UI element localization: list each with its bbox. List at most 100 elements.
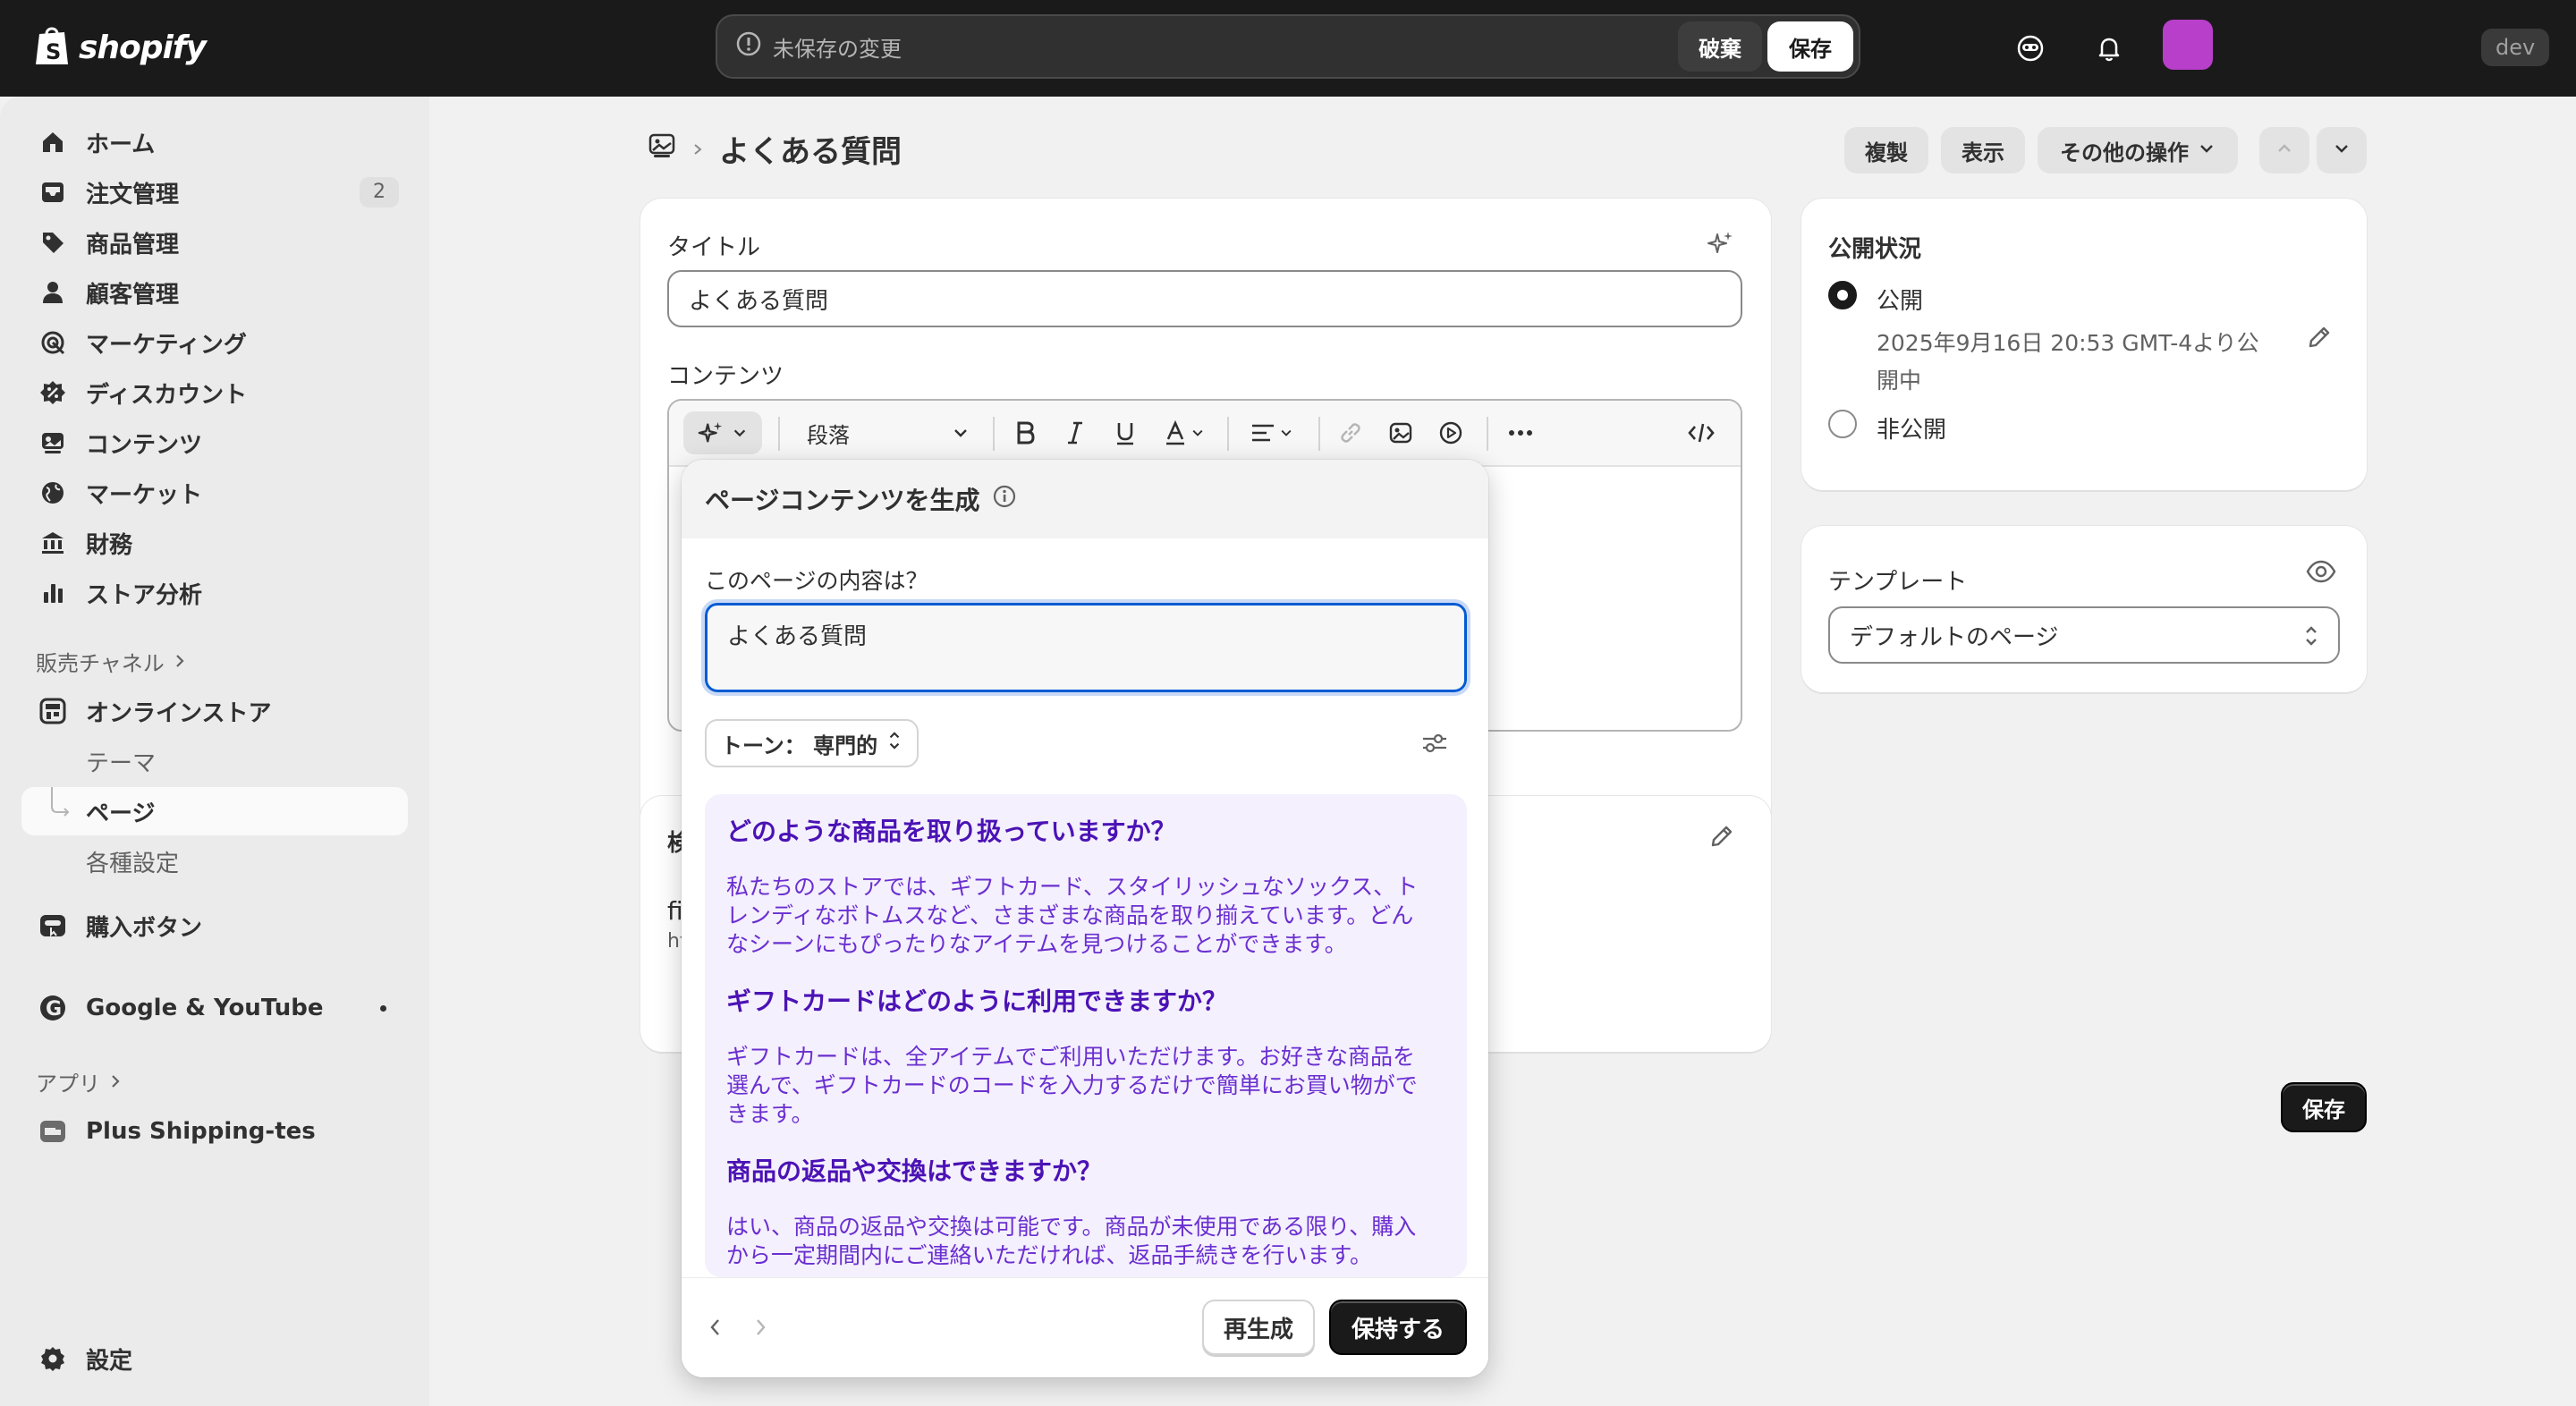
content-icon[interactable] (648, 131, 676, 166)
text-color-icon (1166, 420, 1184, 445)
sidebar-item-marketing[interactable]: マーケティング (21, 318, 408, 367)
template-select-value: デフォルトのページ (1850, 623, 2059, 651)
shopify-bag-icon: S (34, 23, 70, 72)
sidebar-item-markets[interactable]: マーケット (21, 469, 408, 517)
eye-icon[interactable] (2306, 558, 2336, 591)
chevron-down-icon (2333, 138, 2351, 163)
inbox-icon (38, 177, 68, 208)
sidebar-item-plus-shipping[interactable]: Plus Shipping-tes (21, 1107, 408, 1156)
shopify-logo[interactable]: S shopify (34, 23, 207, 72)
html-source-button[interactable] (1680, 411, 1723, 454)
store-name-badge[interactable]: dev (2481, 29, 2550, 66)
visibility-title: 公開状況 (1828, 236, 1922, 263)
chart-icon (38, 578, 68, 608)
more-actions-button[interactable]: その他の操作 (2038, 127, 2238, 174)
alignment-button[interactable] (1240, 411, 1304, 454)
sidebar-item-content[interactable]: コンテンツ (21, 419, 408, 467)
tone-select[interactable]: トーン： 専門的 (705, 719, 919, 767)
select-arrows-icon (886, 728, 902, 758)
generated-question: ギフトカードはどのように利用できますか？ (726, 987, 1228, 1016)
insert-video-button[interactable] (1431, 411, 1470, 454)
sidebar-item-label: ストア分析 (86, 581, 203, 609)
page-topic-textarea[interactable]: よくある質問 (701, 599, 1470, 696)
view-button[interactable]: 表示 (1941, 127, 2025, 174)
insert-image-button[interactable] (1381, 411, 1420, 454)
edit-date-pencil-icon[interactable] (2306, 324, 2333, 357)
keep-button[interactable]: 保持する (1329, 1300, 1467, 1355)
italic-button[interactable] (1055, 411, 1095, 454)
sidebar-item-settings[interactable]: 設定 (21, 1334, 408, 1383)
sidebar-item-google[interactable]: G Google & YouTube (21, 984, 408, 1032)
chevron-down-icon (2198, 138, 2216, 163)
sidebar-item-discounts[interactable]: ディスカウント (21, 368, 408, 417)
tone-label: トーン： 専門的 (721, 733, 878, 758)
sales-channels-header[interactable]: 販売チャネル (36, 646, 188, 677)
sidebar-item-label: テーマ (86, 750, 157, 777)
title-input[interactable]: よくある質問 (667, 270, 1742, 327)
toolbar-divider (1227, 417, 1229, 451)
sidebar-item-label: マーケット (86, 481, 203, 509)
home-icon (38, 127, 68, 157)
more-actions-label: その他の操作 (2060, 140, 2189, 165)
question-label: このページの内容は？ (705, 568, 928, 594)
sidekick-icon[interactable] (2009, 27, 2052, 70)
sidebar-item-label: 購入ボタン (86, 914, 203, 942)
duplicate-button[interactable]: 複製 (1844, 127, 1928, 174)
adjust-settings-icon[interactable] (1420, 730, 1449, 763)
previous-page-button[interactable] (2259, 127, 2309, 174)
breadcrumb-chevron-icon (691, 136, 705, 163)
link-icon (1341, 423, 1360, 443)
previous-version-chevron-left-icon[interactable] (705, 1314, 726, 1347)
sidebar-item-online-store[interactable]: オンラインストア (21, 687, 408, 735)
unsaved-message: 未保存の変更 (773, 36, 902, 62)
published-date: 2025年9月16日 20:53 GMT-4より公 開中 (1877, 326, 2259, 395)
page-title: よくある質問 (719, 134, 902, 170)
pencil-icon[interactable] (1708, 823, 1735, 856)
published-radio[interactable] (1828, 281, 1857, 309)
bottom-save-button[interactable]: 保存 (2281, 1082, 2367, 1132)
sidebar-item-buy-button[interactable]: 購入ボタン (21, 902, 408, 950)
sidebar-item-orders[interactable]: 注文管理 2 (21, 168, 408, 216)
svg-text:G: G (46, 998, 62, 1021)
next-page-button[interactable] (2317, 127, 2367, 174)
underline-button[interactable] (1106, 411, 1145, 454)
more-formatting-button[interactable] (1499, 411, 1542, 454)
ai-sparkle-icon[interactable] (1707, 229, 1735, 264)
sidebar-subitem-pages[interactable]: ページ (21, 787, 408, 835)
save-button[interactable]: 保存 (1767, 21, 1853, 72)
template-card: テンプレート デフォルトのページ (1801, 526, 2367, 692)
template-title: テンプレート (1828, 569, 1968, 596)
sidebar-item-analytics[interactable]: ストア分析 (21, 569, 408, 617)
sidebar-item-customers[interactable]: 顧客管理 (21, 268, 408, 317)
next-version-chevron-right-icon[interactable] (750, 1314, 771, 1347)
answer-line: きます。 (726, 1101, 814, 1127)
apps-header[interactable]: アプリ (36, 1066, 123, 1097)
sidebar-item-home[interactable]: ホーム (21, 118, 408, 166)
sidebar-subitem-themes[interactable]: テーマ (21, 737, 408, 785)
generated-answer: 私たちのストアでは、ギフトカード、スタイリッシュなソックス、ト レンディなボトム… (726, 873, 1445, 959)
sidebar-item-products[interactable]: 商品管理 (21, 218, 408, 267)
popover-header: ページコンテンツを生成 (682, 460, 1488, 538)
regenerate-button[interactable]: 再生成 (1202, 1300, 1315, 1355)
link-button[interactable] (1331, 411, 1370, 454)
editor-toolbar: 段落 (669, 401, 1741, 467)
bold-button[interactable] (1005, 411, 1045, 454)
sidebar-item-finance[interactable]: 財務 (21, 519, 408, 567)
unpublished-radio[interactable] (1828, 410, 1857, 438)
sidebar-item-label: 財務 (86, 531, 133, 559)
store-avatar[interactable] (2163, 20, 2213, 70)
paragraph-format-select[interactable]: 段落 (794, 411, 982, 454)
sidebar-item-label: 注文管理 (86, 181, 180, 208)
template-select[interactable]: デフォルトのページ (1828, 606, 2340, 664)
gear-icon (38, 1343, 68, 1374)
discard-button[interactable]: 破棄 (1678, 21, 1762, 72)
bell-icon[interactable] (2088, 27, 2131, 70)
ai-generate-button[interactable] (683, 411, 762, 454)
sidebar-item-label: Plus Shipping-tes (86, 1118, 316, 1145)
app-icon (38, 1116, 68, 1147)
sidebar-subitem-preferences[interactable]: 各種設定 (21, 837, 408, 885)
generated-question: 商品の返品や交換はできますか？ (726, 1156, 1103, 1186)
info-icon[interactable] (992, 484, 1017, 515)
text-color-button[interactable] (1156, 411, 1213, 454)
sidebar: ホーム 注文管理 2 商品管理 顧客管理 マーケティング ディスカウント コンテ… (0, 97, 429, 1406)
